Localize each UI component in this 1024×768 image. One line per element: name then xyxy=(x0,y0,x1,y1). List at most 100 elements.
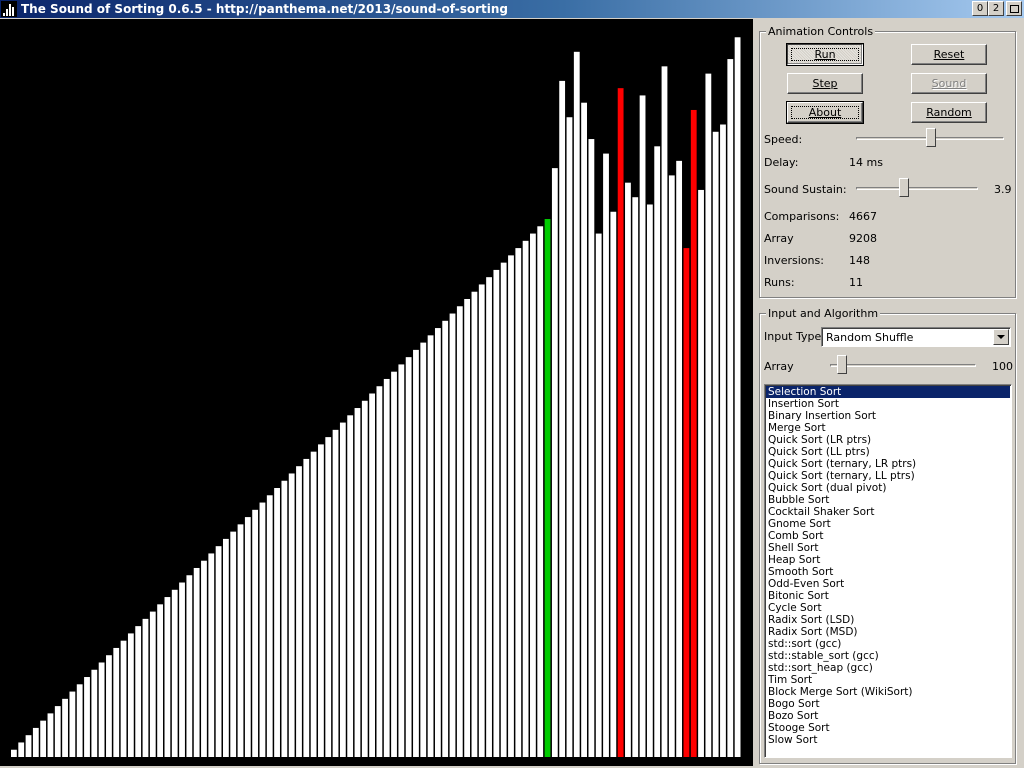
array-bar xyxy=(230,531,237,757)
algorithm-item[interactable]: Quick Sort (ternary, LL ptrs) xyxy=(766,470,1010,482)
array-bar xyxy=(376,386,383,757)
array-bar xyxy=(11,749,17,757)
algorithm-item[interactable]: Merge Sort xyxy=(766,422,1010,434)
sound-sustain-slider-track xyxy=(856,187,978,190)
algorithm-item[interactable]: std::sort (gcc) xyxy=(766,638,1010,650)
array-bar xyxy=(69,691,76,757)
array-bar xyxy=(522,240,529,757)
algorithm-item[interactable]: Odd-Even Sort xyxy=(766,578,1010,590)
algorithm-item[interactable]: Gnome Sort xyxy=(766,518,1010,530)
array-bar xyxy=(668,175,675,757)
algorithm-item[interactable]: Quick Sort (LR ptrs) xyxy=(766,434,1010,446)
array-bar xyxy=(296,466,302,757)
chevron-down-icon[interactable] xyxy=(993,329,1009,345)
speed-label: Speed: xyxy=(764,133,803,146)
sound-sustain-slider-thumb[interactable] xyxy=(898,178,909,197)
input-type-select[interactable]: Random Shuffle xyxy=(821,327,1011,347)
array-size-slider[interactable] xyxy=(830,355,976,375)
algorithm-item[interactable]: Quick Sort (ternary, LR ptrs) xyxy=(766,458,1010,470)
array-bar xyxy=(215,546,222,757)
array-bar xyxy=(727,59,734,757)
array-bar xyxy=(537,226,544,758)
speed-slider[interactable] xyxy=(856,128,1004,148)
array-bar xyxy=(398,364,405,757)
random-button[interactable]: Random xyxy=(911,102,987,123)
algorithm-item[interactable]: Stooge Sort xyxy=(766,722,1010,734)
algorithm-item[interactable]: Comb Sort xyxy=(766,530,1010,542)
array-bar xyxy=(442,320,449,757)
algorithm-item[interactable]: Selection Sort xyxy=(766,386,1010,398)
algorithm-item[interactable]: Cycle Sort xyxy=(766,602,1010,614)
array-bar xyxy=(420,342,427,757)
algorithm-item[interactable]: Block Merge Sort (WikiSort) xyxy=(766,686,1010,698)
algorithm-item[interactable]: std::sort_heap (gcc) xyxy=(766,662,1010,674)
input-type-label: Input Type: xyxy=(764,330,825,343)
array-bar xyxy=(632,197,639,757)
close-button[interactable] xyxy=(1006,1,1022,16)
sound-sustain-label: Sound Sustain: xyxy=(764,183,847,196)
sound-sustain-slider[interactable] xyxy=(856,178,978,198)
algorithm-item[interactable]: Tim Sort xyxy=(766,674,1010,686)
algorithm-list[interactable]: Selection Sort Insertion Sort Binary Inser… xyxy=(764,384,1012,758)
speed-slider-thumb[interactable] xyxy=(926,128,937,147)
algorithm-item[interactable]: Shell Sort xyxy=(766,542,1010,554)
algorithm-item[interactable]: Quick Sort (dual pivot) xyxy=(766,482,1010,494)
array-bar xyxy=(347,415,354,757)
step-button[interactable]: Step xyxy=(787,73,863,94)
array-bar xyxy=(690,109,697,758)
array-bar xyxy=(76,684,83,757)
algorithm-item[interactable]: Insertion Sort xyxy=(766,398,1010,410)
comparisons-label: Comparisons: xyxy=(764,210,840,223)
minimize-button[interactable]: 0 xyxy=(972,1,988,16)
algorithm-item[interactable]: Bogo Sort xyxy=(766,698,1010,710)
input-algorithm-title: Input and Algorithm xyxy=(766,307,881,320)
input-type-value: Random Shuffle xyxy=(826,331,914,344)
array-bar xyxy=(493,269,500,757)
algorithm-item[interactable]: Cocktail Shaker Sort xyxy=(766,506,1010,518)
array-bar xyxy=(91,669,98,757)
inversions-label: Inversions: xyxy=(764,254,824,267)
array-accesses-label: Array xyxy=(764,232,794,245)
runs-label: Runs: xyxy=(764,276,795,289)
array-bar xyxy=(661,66,668,758)
algorithm-item[interactable]: Bozo Sort xyxy=(766,710,1010,722)
about-button[interactable]: About xyxy=(786,101,864,124)
array-bar xyxy=(157,604,164,757)
sound-button[interactable]: Sound xyxy=(911,73,987,94)
algorithm-item[interactable]: Bubble Sort xyxy=(766,494,1010,506)
algorithm-item[interactable]: Slow Sort xyxy=(766,734,1010,746)
algorithm-item[interactable]: Radix Sort (MSD) xyxy=(766,626,1010,638)
array-bar xyxy=(478,284,485,757)
array-bar xyxy=(595,233,602,757)
array-bar xyxy=(639,95,646,758)
algorithm-item[interactable]: Quick Sort (LL ptrs) xyxy=(766,446,1010,458)
array-size-slider-thumb[interactable] xyxy=(836,355,847,374)
array-bar xyxy=(413,349,419,757)
array-bar xyxy=(120,640,127,757)
array-bar xyxy=(303,458,310,757)
array-bar xyxy=(201,560,207,757)
maximize-button[interactable]: 2 xyxy=(988,1,1004,16)
array-size-label: Array xyxy=(764,360,794,373)
array-bar xyxy=(588,139,595,758)
algorithm-item[interactable]: Radix Sort (LSD) xyxy=(766,614,1010,626)
array-bar xyxy=(274,488,280,757)
algorithm-item[interactable]: Binary Insertion Sort xyxy=(766,410,1010,422)
algorithm-item[interactable]: std::stable_sort (gcc) xyxy=(766,650,1010,662)
array-bar xyxy=(449,313,456,757)
reset-button[interactable]: Reset xyxy=(911,44,987,65)
array-bar xyxy=(610,211,617,757)
array-bar xyxy=(171,589,178,757)
array-bar xyxy=(135,626,142,757)
array-bar xyxy=(566,117,573,758)
array-bar xyxy=(186,575,193,757)
array-size-value: 100 xyxy=(992,360,1013,373)
algorithm-item[interactable]: Bitonic Sort xyxy=(766,590,1010,602)
algorithm-item[interactable]: Heap Sort xyxy=(766,554,1010,566)
array-bar xyxy=(391,371,397,757)
run-button[interactable]: Run xyxy=(786,43,864,66)
array-bar xyxy=(193,567,200,757)
algorithm-item[interactable]: Smooth Sort xyxy=(766,566,1010,578)
array-bar xyxy=(559,80,566,757)
delay-label: Delay: xyxy=(764,156,799,169)
